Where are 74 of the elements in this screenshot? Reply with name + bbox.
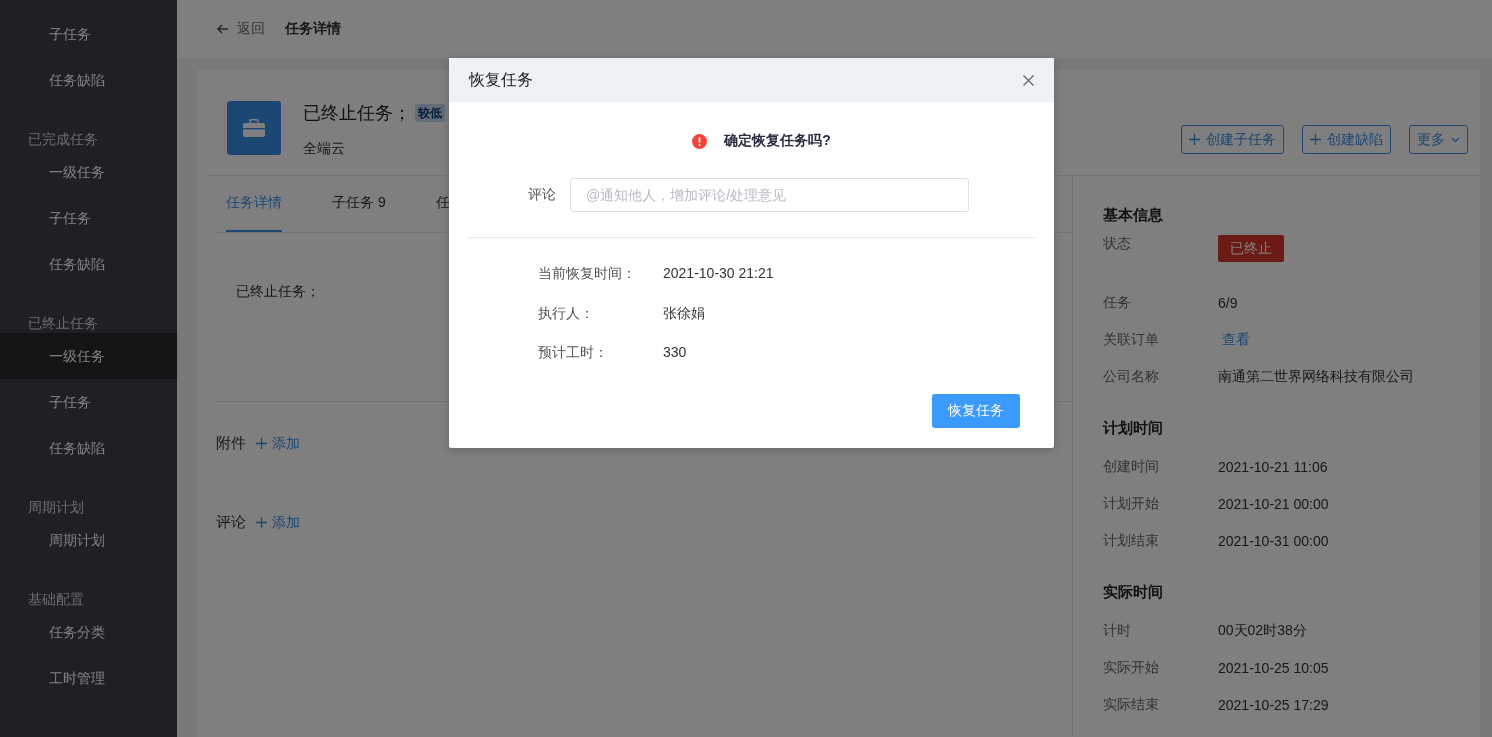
sidebar-item[interactable]: 任务缺陷 [0, 241, 177, 287]
briefcase-icon [227, 101, 281, 155]
close-icon[interactable] [1023, 74, 1034, 86]
sidebar-item[interactable]: 工时管理 [0, 655, 177, 701]
sidebar-item[interactable]: 任务缺陷 [0, 57, 177, 103]
info-group-title: 实际时间 [1103, 583, 1164, 602]
sidebar-item[interactable]: 任务缺陷 [0, 425, 177, 471]
info-label: 计划开始 [1103, 494, 1160, 513]
info-label: 状态 [1103, 235, 1132, 253]
priority-tag: 较低 [415, 104, 445, 122]
info-group-title: 计划时间 [1103, 419, 1164, 438]
info-label: 计时 [1103, 621, 1132, 640]
info-value: 00天02时38分 [1218, 621, 1307, 640]
tab[interactable]: 任务详情 [226, 176, 282, 232]
detail-value: 张徐娟 [663, 304, 705, 323]
back-arrow-icon [217, 24, 229, 34]
task-description: 已终止任务； [236, 283, 320, 301]
info-label: 实际结束 [1103, 695, 1160, 714]
plus-icon [1189, 134, 1200, 145]
detail-value: 2021-10-30 21:21 [663, 265, 774, 283]
page-title: 任务详情 [285, 20, 341, 38]
info-value: 2021-10-25 17:29 [1218, 696, 1329, 713]
info-label: 实际开始 [1103, 658, 1160, 677]
tab[interactable]: 任 [435, 176, 450, 232]
info-value: 2021-10-25 10:05 [1218, 659, 1329, 676]
create-button[interactable]: 创建子任务 [1181, 125, 1284, 154]
plus-icon [256, 517, 267, 528]
sidebar-group-title: 已完成任务 [27, 130, 99, 149]
add-link[interactable]: 添加 [256, 513, 300, 532]
info-value: 南通第二世界网络科技有限公司 [1218, 367, 1414, 386]
confirm-prompt: 确定恢复任务吗? [724, 132, 831, 150]
add-link[interactable]: 添加 [256, 434, 300, 453]
more-dropdown[interactable]: 更多 [1409, 125, 1468, 154]
task-title: 已终止任务； [303, 102, 411, 125]
detail-label: 当前恢复时间： [538, 265, 637, 283]
sidebar-item[interactable]: 周期计划 [0, 517, 177, 563]
info-label: 任务 [1103, 293, 1132, 312]
info-label: 创建时间 [1103, 457, 1160, 476]
info-label: 公司名称 [1103, 367, 1160, 386]
dialog-title: 恢复任务 [469, 69, 533, 90]
sidebar-item[interactable]: 子任务 [0, 195, 177, 241]
caret-icon [1451, 136, 1460, 143]
sidebar-group-title: 周期计划 [27, 498, 85, 517]
info-value: 2021-10-21 11:06 [1218, 458, 1328, 475]
sidebar-item[interactable]: 子任务 [0, 379, 177, 425]
sidebar-item[interactable]: 一级任务 [0, 333, 177, 379]
sidebar-item[interactable]: 子任务 [0, 11, 177, 57]
plus-icon [1310, 134, 1321, 145]
sidebar-item[interactable]: 一级任务 [0, 149, 177, 195]
info-group-title: 基本信息 [1103, 206, 1164, 225]
warning-icon [692, 133, 708, 149]
sidebar-group-title: 基础配置 [27, 590, 85, 609]
info-value: 6/9 [1218, 294, 1238, 311]
tab[interactable]: 子任务 9 [332, 176, 386, 232]
section-label: 附件 [216, 434, 246, 453]
status-badge: 已终止 [1218, 235, 1284, 262]
sidebar-group-title: 已终止任务 [27, 314, 99, 333]
comment-label: 评论 [528, 186, 556, 204]
order-link[interactable]: 查看 [1222, 330, 1250, 349]
section-label: 评论 [216, 513, 246, 532]
info-label: 关联订单 [1103, 330, 1160, 349]
project-name: 全端云 [303, 140, 346, 158]
info-value: 2021-10-31 00:00 [1218, 532, 1329, 549]
back-link[interactable]: 返回 [217, 20, 265, 38]
detail-value: 330 [663, 344, 687, 362]
plus-icon [256, 438, 267, 449]
create-button[interactable]: 创建缺陷 [1302, 125, 1391, 154]
info-value: 2021-10-21 00:00 [1218, 495, 1329, 512]
info-label: 计划结束 [1103, 531, 1160, 550]
restore-button[interactable]: 恢复任务 [932, 393, 1020, 428]
detail-label: 预计工时： [538, 344, 609, 362]
comment-field[interactable]: @通知他人，增加评论/处理意见 [570, 178, 969, 212]
sidebar-item[interactable]: 任务分类 [0, 609, 177, 655]
detail-label: 执行人： [538, 304, 595, 323]
